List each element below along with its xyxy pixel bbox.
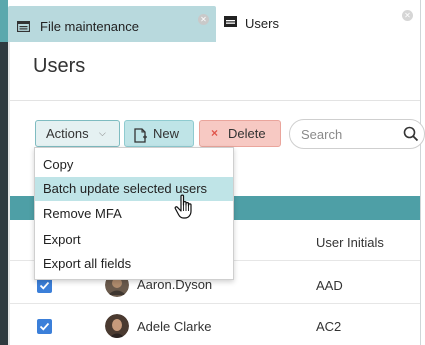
menu-item-remove-mfa[interactable]: Remove MFA — [35, 202, 233, 226]
user-initials: AC2 — [316, 319, 342, 334]
window-icon — [224, 14, 237, 32]
column-header-user-initials[interactable]: User Initials — [316, 235, 384, 250]
tab-label: Users — [245, 16, 279, 31]
menu-item-batch-update[interactable]: Batch update selected users — [35, 177, 233, 201]
window-edge — [420, 0, 425, 345]
new-button[interactable]: New — [124, 120, 194, 147]
tab-strip-edge — [0, 0, 8, 42]
delete-label: Delete — [228, 126, 266, 141]
close-icon: × — [211, 126, 219, 140]
panel-edge — [0, 42, 8, 345]
tab-label: File maintenance — [40, 19, 139, 34]
divider — [10, 100, 420, 101]
user-name[interactable]: Adele Clarke — [137, 319, 211, 334]
page-title: Users — [33, 55, 86, 77]
search-placeholder: Search — [301, 127, 343, 142]
delete-button[interactable]: × Delete — [199, 120, 281, 147]
tab-file-maintenance[interactable]: File maintenance ✕ — [8, 6, 216, 42]
avatar — [105, 314, 129, 338]
search-icon[interactable] — [403, 126, 419, 147]
tab-strip: File maintenance ✕ Users ✕ — [0, 0, 425, 42]
close-icon[interactable]: ✕ — [198, 14, 209, 25]
menu-item-copy[interactable]: Copy — [35, 153, 233, 177]
user-initials: AAD — [316, 278, 343, 293]
hand-cursor-icon — [174, 194, 196, 225]
actions-menu: Copy Batch update selected users Remove … — [34, 147, 234, 280]
row-checkbox[interactable] — [37, 278, 52, 293]
new-label: New — [153, 126, 180, 141]
menu-item-export-all-fields[interactable]: Export all fields — [35, 252, 233, 276]
chevron-down-icon: ⌵ — [99, 128, 106, 138]
menu-item-export[interactable]: Export — [35, 228, 233, 252]
actions-label: Actions — [46, 126, 89, 141]
actions-button[interactable]: Actions ⌵ — [35, 120, 120, 147]
row-checkbox[interactable] — [37, 319, 52, 334]
close-icon[interactable]: ✕ — [402, 10, 413, 21]
panel-edge-inner — [8, 42, 10, 345]
row-divider — [10, 303, 420, 304]
window-icon — [16, 19, 31, 37]
tab-users[interactable]: Users ✕ — [216, 0, 425, 42]
search-input[interactable]: Search — [289, 119, 425, 149]
